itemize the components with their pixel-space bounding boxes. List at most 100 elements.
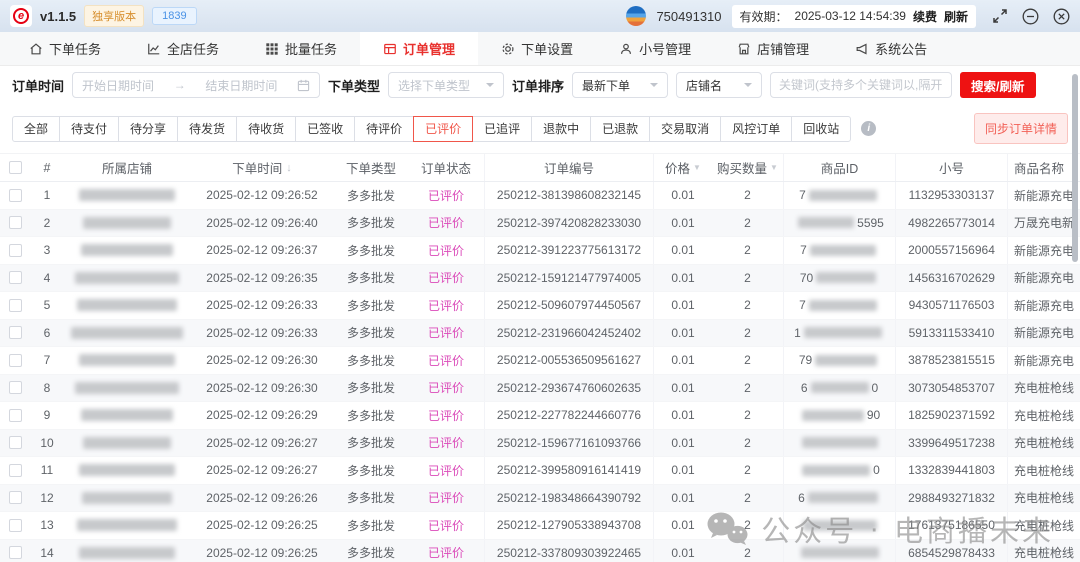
table-row: 10 2025-02-12 09:26:27 多多批发 已评价 250212-1… — [0, 430, 1080, 458]
sort-desc-icon[interactable]: ↓ — [286, 162, 292, 174]
sync-order-details-button[interactable]: 同步订单详情 — [974, 113, 1068, 144]
row-checkbox[interactable] — [9, 271, 22, 284]
count-badge: 1839 — [152, 7, 196, 25]
date-range-picker[interactable]: 开始日期时间 → 结束日期时间 — [72, 72, 320, 98]
nav-item-shop-management[interactable]: 店铺管理 — [714, 32, 832, 65]
store-name-censored — [64, 292, 190, 319]
status-tab-12[interactable]: 风控订单 — [720, 116, 792, 142]
alt-account-id: 5913311533410 — [896, 320, 1008, 347]
order-sort-select[interactable]: 最新下单 — [572, 72, 668, 98]
table-row: 4 2025-02-12 09:26:35 多多批发 已评价 250212-15… — [0, 265, 1080, 293]
row-checkbox[interactable] — [9, 326, 22, 339]
order-time: 2025-02-12 09:26:27 — [190, 430, 334, 457]
status-tab-13[interactable]: 回收站 — [791, 116, 851, 142]
product-name: 新能源充电 — [1008, 347, 1080, 374]
status-tab-10[interactable]: 已退款 — [590, 116, 650, 142]
order-status: 已评价 — [408, 292, 484, 319]
nav-item-order-settings[interactable]: 下单设置 — [478, 32, 596, 65]
sort-caret-icon[interactable]: ▼ — [693, 163, 701, 172]
product-id-censored: 1 — [784, 320, 896, 347]
sort-caret-icon[interactable]: ▼ — [770, 163, 778, 172]
order-time: 2025-02-12 09:26:30 — [190, 347, 334, 374]
row-checkbox[interactable] — [9, 299, 22, 312]
nav-item-order-task[interactable]: 下单任务 — [6, 32, 124, 65]
order-type: 多多批发 — [334, 292, 408, 319]
alt-account-id: 2988493271832 — [896, 485, 1008, 512]
status-tab-8[interactable]: 已追评 — [472, 116, 532, 142]
select-all-checkbox[interactable] — [9, 161, 22, 174]
alt-account-id: 1825902371592 — [896, 402, 1008, 429]
minimize-icon[interactable] — [1022, 8, 1039, 25]
nav-item-system-notice[interactable]: 系统公告 — [832, 32, 950, 65]
row-checkbox[interactable] — [9, 216, 22, 229]
alt-account-id: 1132953303137 — [896, 182, 1008, 209]
row-checkbox[interactable] — [9, 546, 22, 559]
store-name-censored — [64, 402, 190, 429]
order-status: 已评价 — [408, 430, 484, 457]
renew-link[interactable]: 续费 — [913, 8, 937, 25]
nav-item-batch-task[interactable]: 批量任务 — [242, 32, 360, 65]
search-refresh-button[interactable]: 搜索/刷新 — [960, 72, 1035, 98]
store-name-censored — [64, 375, 190, 402]
megaphone-icon — [855, 42, 869, 56]
row-checkbox[interactable] — [9, 244, 22, 257]
table-body: 1 2025-02-12 09:26:52 多多批发 已评价 250212-38… — [0, 182, 1080, 562]
row-index: 11 — [30, 457, 64, 484]
nav-item-store-task[interactable]: 全店任务 — [124, 32, 242, 65]
order-time: 2025-02-12 09:26:33 — [190, 292, 334, 319]
order-time: 2025-02-12 09:26:40 — [190, 210, 334, 237]
product-name: 充电桩枪线 — [1008, 430, 1080, 457]
order-number: 250212-293674760602635 — [484, 375, 654, 402]
status-tab-6[interactable]: 待评价 — [354, 116, 414, 142]
nav-item-account-management[interactable]: 小号管理 — [596, 32, 714, 65]
order-time: 2025-02-12 09:26:33 — [190, 320, 334, 347]
order-type: 多多批发 — [334, 457, 408, 484]
row-checkbox[interactable] — [9, 189, 22, 202]
shop-name-select[interactable]: 店铺名 — [676, 72, 762, 98]
info-icon[interactable]: i — [861, 121, 876, 136]
store-name-censored — [64, 237, 190, 264]
chevron-down-icon — [486, 83, 494, 91]
store-name-censored — [64, 210, 190, 237]
order-status: 已评价 — [408, 512, 484, 539]
nav-item-order-management[interactable]: 订单管理 — [360, 32, 478, 65]
order-type: 多多批发 — [334, 512, 408, 539]
order-type: 多多批发 — [334, 265, 408, 292]
price: 0.01 — [654, 402, 712, 429]
close-icon[interactable] — [1053, 8, 1070, 25]
status-tab-1[interactable]: 待支付 — [59, 116, 119, 142]
status-tab-2[interactable]: 待分享 — [118, 116, 178, 142]
status-tab-7[interactable]: 已评价 — [413, 116, 473, 142]
row-checkbox[interactable] — [9, 436, 22, 449]
status-tab-9[interactable]: 退款中 — [531, 116, 591, 142]
row-checkbox[interactable] — [9, 464, 22, 477]
quantity: 2 — [712, 237, 784, 264]
row-checkbox[interactable] — [9, 409, 22, 422]
order-time: 2025-02-12 09:26:25 — [190, 512, 334, 539]
refresh-link[interactable]: 刷新 — [944, 8, 968, 25]
row-index: 8 — [30, 375, 64, 402]
price: 0.01 — [654, 292, 712, 319]
scrollbar-thumb[interactable] — [1072, 74, 1078, 262]
order-type: 多多批发 — [334, 347, 408, 374]
store-name-censored — [64, 512, 190, 539]
status-tab-5[interactable]: 已签收 — [295, 116, 355, 142]
order-type-select[interactable]: 选择下单类型 — [388, 72, 504, 98]
fullscreen-icon[interactable] — [992, 8, 1008, 24]
order-type: 多多批发 — [334, 375, 408, 402]
status-tab-11[interactable]: 交易取消 — [649, 116, 721, 142]
row-checkbox[interactable] — [9, 381, 22, 394]
store-name-censored — [64, 485, 190, 512]
row-checkbox[interactable] — [9, 519, 22, 532]
product-name: 充电桩枪线 — [1008, 402, 1080, 429]
status-tab-0[interactable]: 全部 — [12, 116, 60, 142]
status-tab-4[interactable]: 待收货 — [236, 116, 296, 142]
row-checkbox[interactable] — [9, 491, 22, 504]
keyword-input[interactable] — [779, 78, 943, 92]
quantity: 2 — [712, 320, 784, 347]
row-checkbox[interactable] — [9, 354, 22, 367]
status-tab-3[interactable]: 待发货 — [177, 116, 237, 142]
alt-account-id: 3399649517238 — [896, 430, 1008, 457]
product-name: 充电桩枪线 — [1008, 512, 1080, 539]
user-id: 750491310 — [656, 9, 721, 24]
